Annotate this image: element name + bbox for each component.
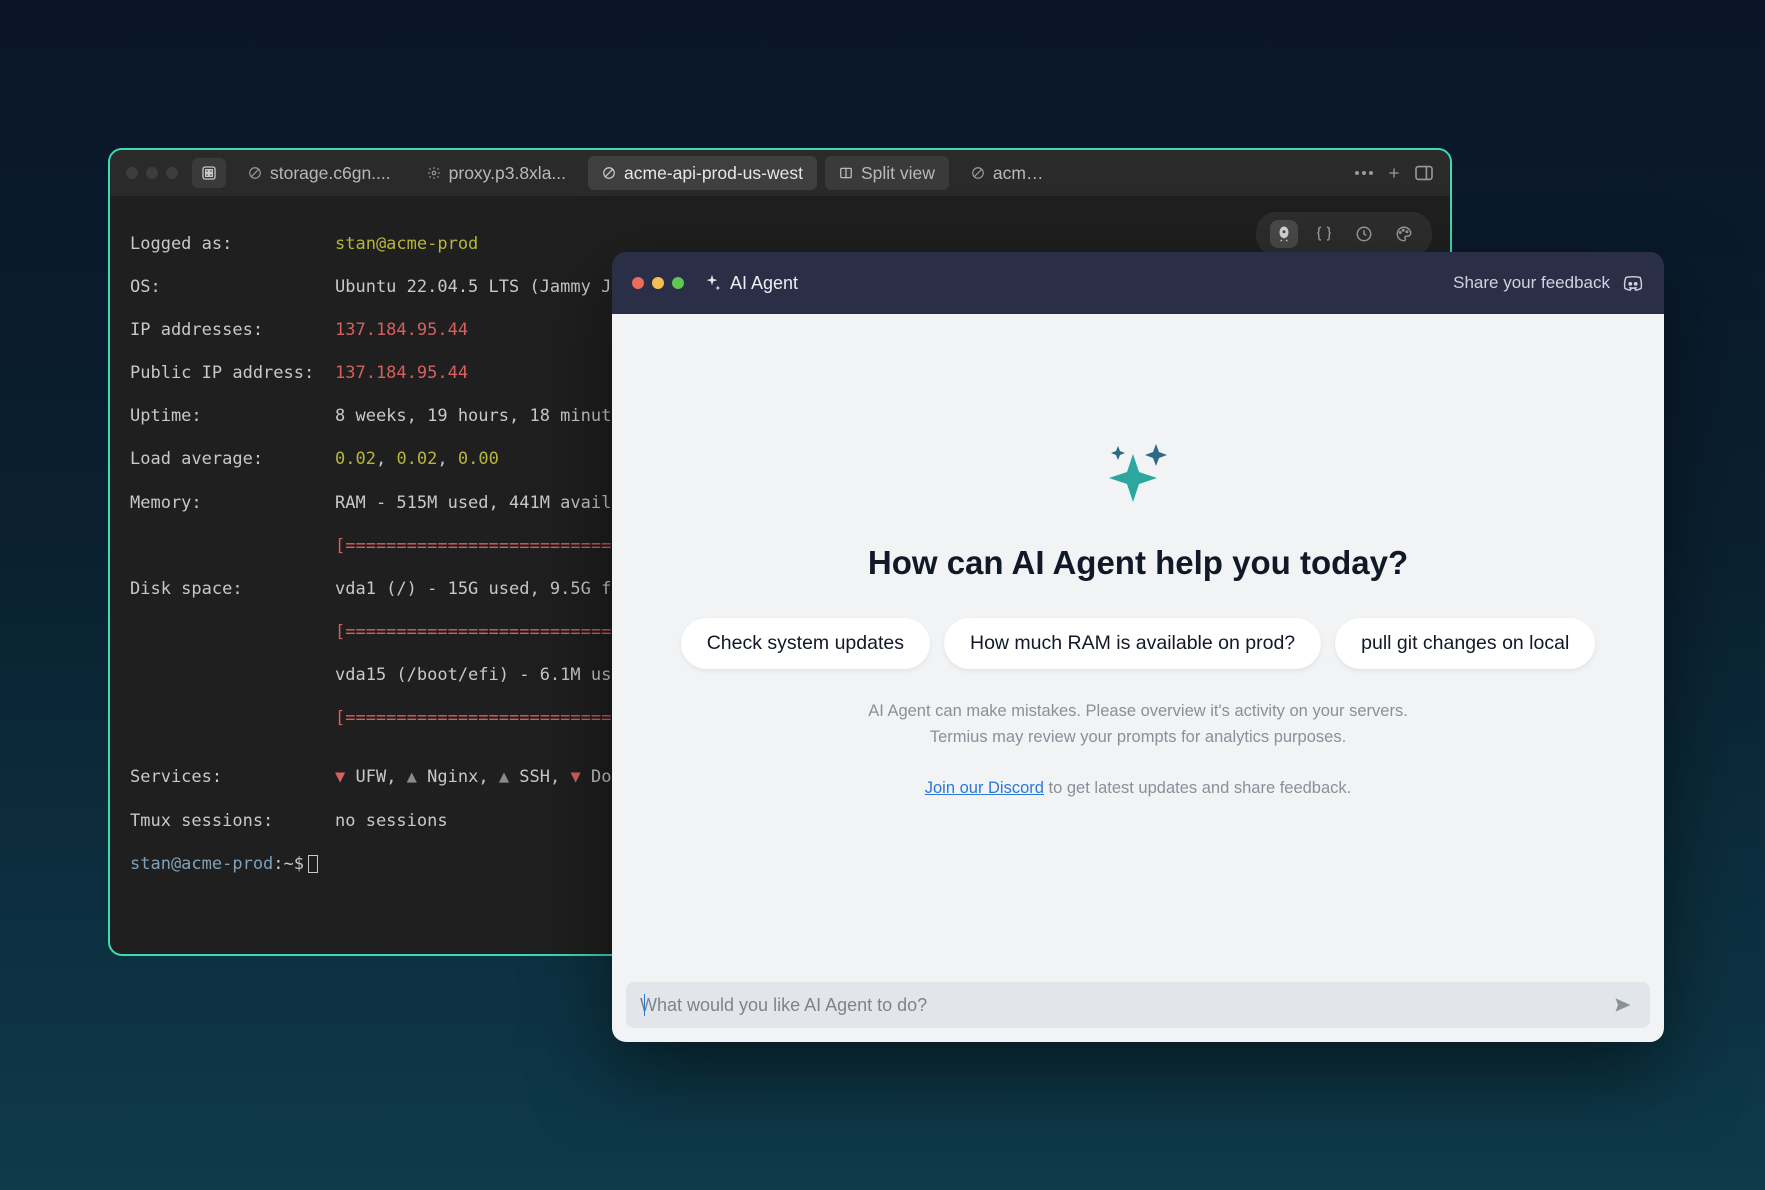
minimize-dot[interactable] [652, 277, 664, 289]
tab-label: acme-de [993, 163, 1053, 184]
disk-label: Disk space: [130, 579, 335, 601]
pubip-value: 137.184.95.44 [335, 363, 468, 383]
ai-agent-window: AI Agent Share your feedback How can AI … [612, 252, 1664, 1042]
ip-value: 137.184.95.44 [335, 320, 468, 340]
disk-line1: vda1 (/) - 15G used, 9.5G fr [335, 579, 622, 599]
tab-label: proxy.p3.8xla... [449, 163, 566, 184]
tmux-label: Tmux sessions: [130, 811, 335, 833]
load-v3: 0.00 [458, 449, 499, 469]
maximize-dot[interactable] [672, 277, 684, 289]
cursor [308, 855, 318, 873]
ai-note-line2: Termius may review your prompts for anal… [930, 728, 1346, 746]
sparkle-icon [702, 273, 722, 293]
caret-up-icon: ▲ [499, 767, 509, 787]
tab-proxy[interactable]: proxy.p3.8xla... [413, 156, 580, 190]
tab-storage[interactable]: storage.c6gn.... [234, 156, 405, 190]
svc-ssh: SSH, [509, 767, 570, 787]
terminal-header: storage.c6gn.... proxy.p3.8xla... acme-a… [110, 150, 1450, 196]
svc-nginx: Nginx, [417, 767, 499, 787]
suggestion-check-updates[interactable]: Check system updates [681, 618, 930, 669]
discord-text-rest: to get latest updates and share feedback… [1044, 779, 1351, 797]
ai-title: AI Agent [702, 273, 798, 294]
load-label: Load average: [130, 449, 335, 471]
tab-label: storage.c6gn.... [270, 163, 391, 184]
discord-icon[interactable] [1622, 274, 1644, 292]
tab-acme-api-prod[interactable]: acme-api-prod-us-west [588, 156, 817, 190]
os-label: OS: [130, 277, 335, 299]
tab-label: acme-api-prod-us-west [624, 163, 803, 184]
window-traffic-lights[interactable] [120, 167, 178, 179]
close-dot[interactable] [126, 167, 138, 179]
maximize-dot[interactable] [166, 167, 178, 179]
svc-label: Services: [130, 767, 335, 789]
share-feedback-link[interactable]: Share your feedback [1453, 273, 1610, 293]
circle-slash-icon [248, 166, 262, 180]
pubip-label: Public IP address: [130, 363, 335, 385]
caret-down-icon: ▼ [335, 767, 345, 787]
mem-label: Memory: [130, 493, 335, 515]
tab-acme-de[interactable]: acme-de [957, 156, 1067, 190]
disk-bar2: [=========================== [335, 708, 622, 728]
header-right-icons [1354, 163, 1440, 183]
panel-icon[interactable] [1414, 163, 1434, 183]
os-value: Ubuntu 22.04.5 LTS (Jammy Je [335, 277, 622, 297]
ai-input-row [626, 982, 1650, 1028]
shell-prompt-user: stan@acme-prod [130, 854, 273, 874]
ai-heading: How can AI Agent help you today? [868, 544, 1408, 582]
mem-value: RAM - 515M used, 441M availa [335, 493, 622, 513]
load-v2: 0.02 [396, 449, 437, 469]
uptime-value: 8 weeks, 19 hours, 18 minute [335, 406, 622, 426]
caret-up-icon: ▲ [407, 767, 417, 787]
ai-traffic-lights[interactable] [632, 277, 684, 289]
ai-note-line1: AI Agent can make mistakes. Please overv… [868, 702, 1408, 720]
suggestion-ram-prod[interactable]: How much RAM is available on prod? [944, 618, 1321, 669]
ai-title-text: AI Agent [730, 273, 798, 294]
load-v1: 0.02 [335, 449, 376, 469]
tab-split-view[interactable]: Split view [825, 156, 949, 190]
uptime-label: Uptime: [130, 406, 335, 428]
tab-label: Split view [861, 163, 935, 184]
logged-as-value: stan@acme-prod [335, 234, 478, 254]
circle-slash-icon [971, 166, 985, 180]
ai-disclaimer: AI Agent can make mistakes. Please overv… [868, 699, 1408, 750]
ai-body: How can AI Agent help you today? Check s… [612, 314, 1664, 1042]
more-icon[interactable] [1354, 163, 1374, 183]
columns-icon [839, 166, 853, 180]
discord-link[interactable]: Join our Discord [925, 779, 1044, 797]
caret-down-icon: ▼ [570, 767, 580, 787]
terminal-tabs: storage.c6gn.... proxy.p3.8xla... acme-a… [234, 156, 1346, 190]
sparkle-hero-icon [1098, 434, 1178, 514]
load-sep: , [376, 449, 396, 469]
disk-bar1: [=========================== [335, 622, 622, 642]
tmux-value: no sessions [335, 811, 448, 831]
ai-prompt-input[interactable] [640, 995, 1610, 1016]
ai-header: AI Agent Share your feedback [612, 252, 1664, 314]
gear-icon [427, 166, 441, 180]
minimize-dot[interactable] [146, 167, 158, 179]
ai-discord-line: Join our Discord to get latest updates a… [925, 776, 1352, 802]
ip-label: IP addresses: [130, 320, 335, 342]
app-menu-button[interactable] [192, 158, 226, 188]
logged-as-label: Logged as: [130, 234, 335, 256]
svc-ufw: UFW, [345, 767, 406, 787]
new-tab-icon[interactable] [1384, 163, 1404, 183]
mem-bar: [=========================== [335, 536, 622, 556]
shell-prompt-path: :~$ [273, 854, 304, 874]
disk-line2: vda15 (/boot/efi) - 6.1M use [335, 665, 622, 685]
ai-header-right: Share your feedback [1453, 273, 1644, 293]
send-button[interactable] [1610, 992, 1636, 1018]
load-sep: , [437, 449, 457, 469]
circle-slash-icon [602, 166, 616, 180]
suggestion-pull-git[interactable]: pull git changes on local [1335, 618, 1595, 669]
suggestion-chips: Check system updates How much RAM is ava… [681, 618, 1596, 669]
close-dot[interactable] [632, 277, 644, 289]
input-caret [644, 994, 645, 1016]
